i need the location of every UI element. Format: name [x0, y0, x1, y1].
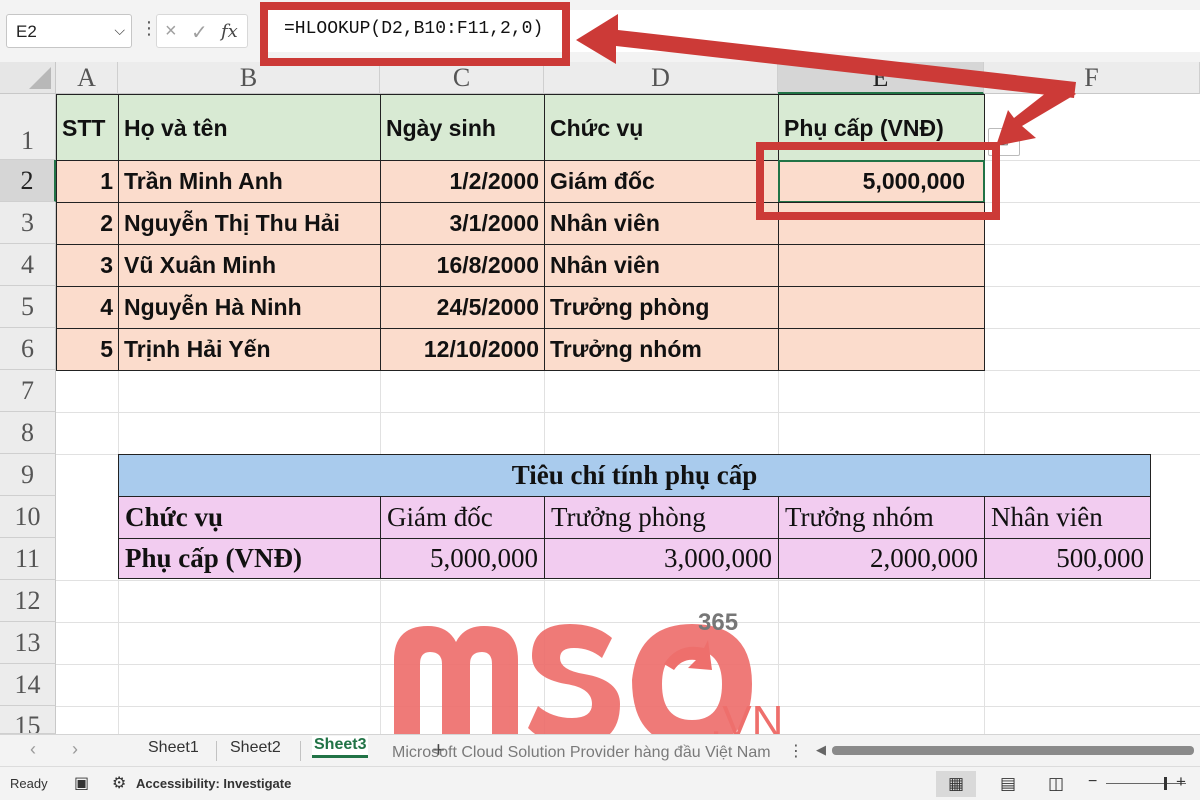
zoom-slider-handle[interactable] [1164, 777, 1167, 790]
tab-separator [216, 741, 217, 761]
chevron-right-icon[interactable]: › [72, 739, 78, 760]
sheet-tab-bar: ‹ › Sheet1 Sheet2 Sheet3 + Microsoft Clo… [0, 734, 1200, 766]
more-tabs-icon[interactable]: ⋮ [788, 741, 804, 761]
mso-logo-watermark: 365 .VN [394, 609, 783, 746]
tab-sheet1[interactable]: Sheet1 [146, 739, 201, 757]
logo-365: 365 [698, 609, 738, 636]
tab-sheet2[interactable]: Sheet2 [228, 739, 283, 757]
logo-letter-s [528, 624, 620, 746]
macro-recorder-icon[interactable]: ▣ [74, 773, 89, 793]
zoom-in-icon[interactable]: + [1176, 772, 1186, 792]
accessibility-icon[interactable]: ⚙ [112, 773, 126, 793]
arrow-to-formula [576, 14, 1076, 98]
chevron-left-icon[interactable]: ‹ [30, 739, 36, 760]
excel-window: E2 ⌵ ⋮ × ✓ fx =HLOOKUP(D2,B10:F11,2,0) A… [0, 0, 1200, 800]
page-layout-view-icon[interactable]: ▤ [988, 771, 1028, 797]
tab-sheet3[interactable]: Sheet3 [312, 736, 369, 758]
horizontal-scrollbar[interactable] [832, 746, 1194, 755]
page-break-view-icon[interactable]: ◫ [1036, 771, 1076, 797]
caption-text: Microsoft Cloud Solution Provider hàng đ… [392, 744, 771, 761]
logo-letter-m [394, 626, 518, 746]
accessibility-status[interactable]: Accessibility: Investigate [136, 776, 291, 791]
zoom-out-icon[interactable]: − [1088, 773, 1097, 791]
scroll-left-icon[interactable]: ◀ [816, 742, 826, 758]
normal-view-icon[interactable]: ▦ [936, 771, 976, 797]
status-ready: Ready [10, 776, 48, 791]
status-bar: Ready ▣ ⚙ Accessibility: Investigate ▦ ▤… [0, 766, 1200, 800]
tab-separator [300, 741, 301, 761]
zoom-slider-track[interactable] [1106, 783, 1186, 784]
